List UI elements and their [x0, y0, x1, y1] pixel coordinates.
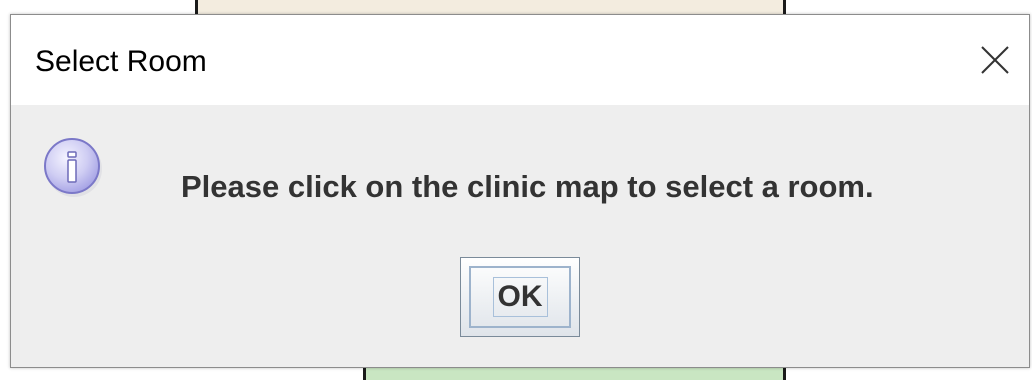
close-icon [981, 46, 1009, 74]
background-panel-bottom [366, 368, 784, 380]
background-panel-top [196, 0, 784, 14]
background-divider [363, 368, 366, 380]
info-icon [44, 138, 102, 197]
select-room-dialog: Select Room Please click on the clinic m… [10, 14, 1030, 368]
screen: Select Room Please click on the clinic m… [0, 0, 1032, 380]
ok-button-label: OK [492, 277, 548, 317]
close-button[interactable] [961, 15, 1029, 105]
background-divider [195, 0, 198, 14]
dialog-title: Select Room [35, 45, 207, 78]
ok-button[interactable]: OK [460, 257, 580, 337]
background-divider [783, 368, 786, 380]
dialog-message: Please click on the clinic map to select… [181, 169, 874, 204]
dialog-titlebar[interactable]: Select Room [11, 15, 1029, 105]
dialog-content: Please click on the clinic map to select… [11, 105, 1029, 367]
ok-button-frame: OK [469, 266, 571, 328]
background-divider [783, 0, 786, 14]
